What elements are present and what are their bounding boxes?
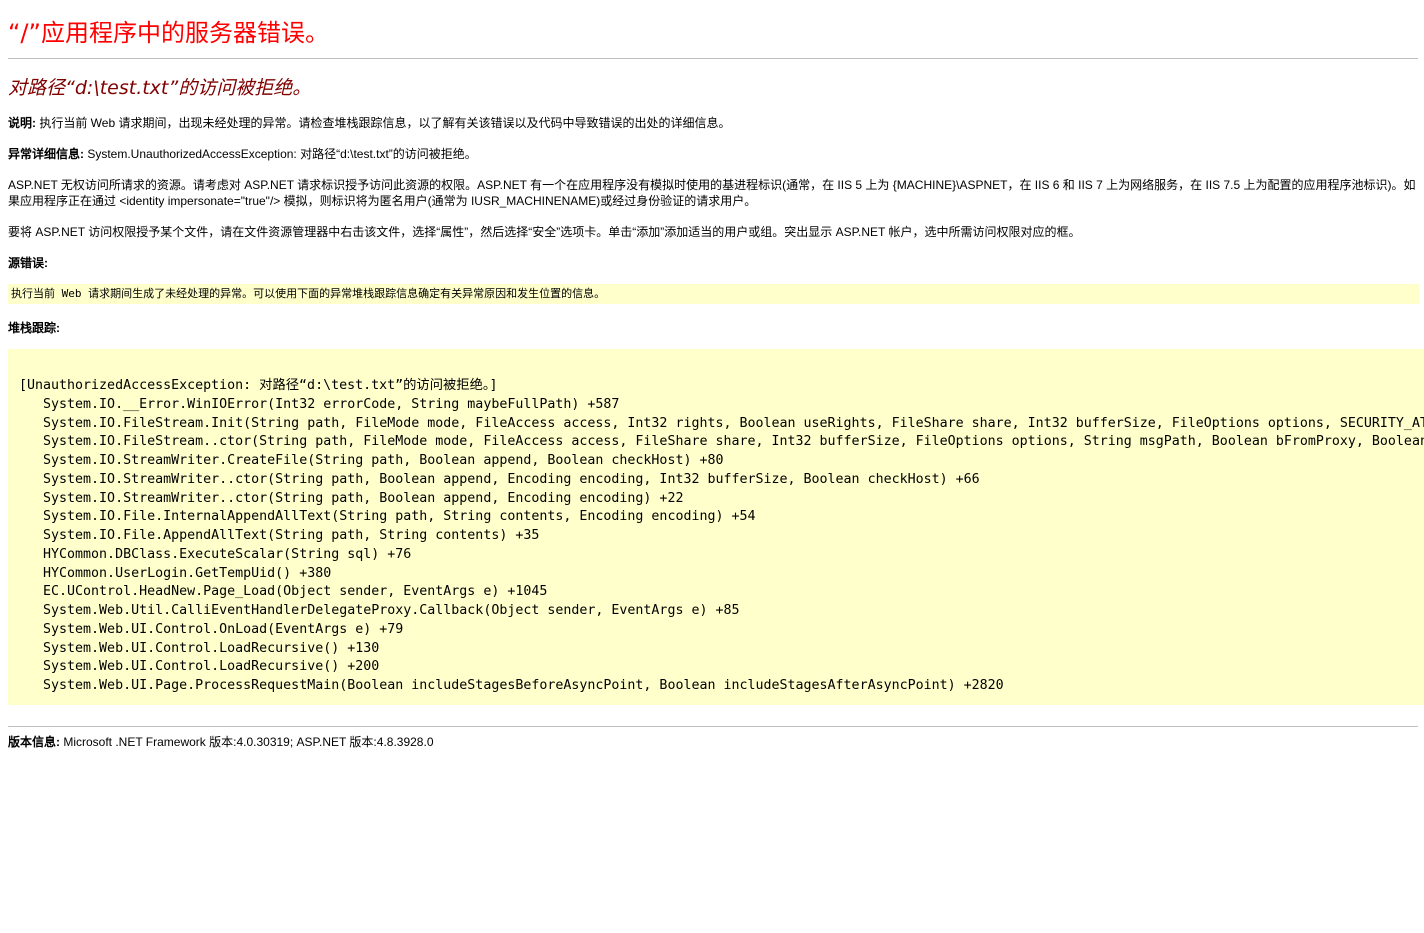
stack-trace-text: [UnauthorizedAccessException: 对路径“d:\tes… [19, 378, 1424, 693]
error-page: “/”应用程序中的服务器错误。 对路径“d:\test.txt”的访问被拒绝。 … [0, 0, 1424, 750]
aspnet-access-note: ASP.NET 无权访问所请求的资源。请考虑对 ASP.NET 请求标识授予访问… [8, 178, 1416, 208]
version-info-text: Microsoft .NET Framework 版本:4.0.30319; A… [60, 735, 434, 749]
footer-separator [8, 726, 1418, 727]
exception-details-text: System.UnauthorizedAccessException: 对路径“… [84, 147, 477, 161]
grant-access-note: 要将 ASP.NET 访问权限授予某个文件，请在文件资源管理器中右击该文件，选择… [8, 225, 1081, 239]
exception-details-label: 异常详细信息: [8, 147, 84, 161]
description-paragraph: 说明: 执行当前 Web 请求期间，出现未经处理的异常。请检查堆栈跟踪信息，以了… [8, 115, 1418, 131]
error-message-heading: 对路径“d:\test.txt”的访问被拒绝。 [8, 77, 312, 99]
version-info-paragraph: 版本信息: Microsoft .NET Framework 版本:4.0.30… [8, 734, 1418, 750]
description-label: 说明: [8, 116, 36, 130]
description-text: 执行当前 Web 请求期间，出现未经处理的异常。请检查堆栈跟踪信息，以了解有关该… [36, 116, 731, 130]
stack-trace-label: 堆栈跟踪: [8, 321, 60, 335]
version-info-label: 版本信息: [8, 735, 60, 749]
source-error-box: 执行当前 Web 请求期间生成了未经处理的异常。可以使用下面的异常堆栈跟踪信息确… [8, 284, 1419, 304]
exception-details-paragraph: 异常详细信息: System.UnauthorizedAccessExcepti… [8, 146, 1418, 162]
stack-trace-paragraph: 堆栈跟踪: [8, 320, 1418, 336]
page-title: “/”应用程序中的服务器错误。 [8, 19, 329, 47]
source-error-label: 源错误: [8, 256, 48, 270]
source-error-paragraph: 源错误: [8, 255, 1418, 271]
stack-trace-box[interactable]: [UnauthorizedAccessException: 对路径“d:\tes… [8, 349, 1424, 705]
